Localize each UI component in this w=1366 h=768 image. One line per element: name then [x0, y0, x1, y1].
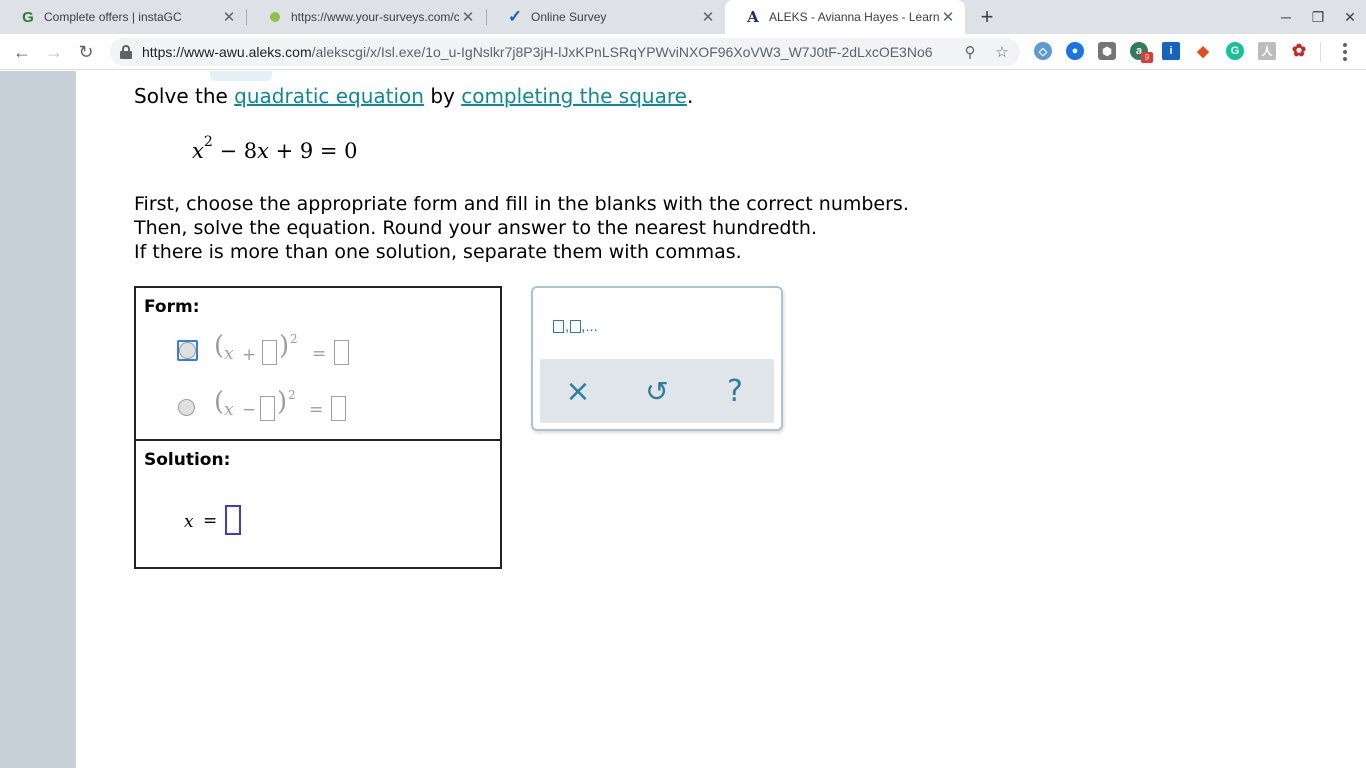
close-icon[interactable]: ✕: [939, 8, 957, 26]
info-extension-icon[interactable]: i: [1162, 42, 1180, 60]
address-bar[interactable]: https://www-awu.aleks.com/alekscgi/x/Isl…: [110, 38, 1020, 66]
answer-divider: [136, 439, 500, 441]
extension-icon[interactable]: 人: [1258, 42, 1276, 60]
form-plus-rhs-blank[interactable]: [334, 340, 349, 365]
toolbar-separator: [1320, 42, 1321, 62]
left-rail: [0, 71, 76, 768]
equation-term: − 8: [212, 139, 258, 163]
equation: x2 − 8x + 9 = 0: [192, 134, 358, 163]
blank-square-icon: [570, 320, 582, 333]
forward-icon[interactable]: →: [40, 38, 68, 66]
instruction-line: Then, solve the equation. Round your ans…: [134, 217, 817, 239]
clear-button[interactable]: ×: [548, 359, 608, 423]
instruction-line: If there is more than one solution, sepa…: [134, 241, 742, 263]
open-paren: (: [214, 331, 225, 361]
answer-keypad: ,,... × ↺ ?: [531, 286, 783, 431]
minimize-icon[interactable]: ─: [1270, 0, 1302, 34]
form-exponent: 2: [290, 332, 298, 346]
zoom-icon[interactable]: ⚲: [960, 42, 980, 62]
extension-icon[interactable]: ◆: [1194, 42, 1212, 60]
instruction-line: First, choose the appropriate form and f…: [134, 193, 909, 215]
restore-icon[interactable]: ❐: [1302, 0, 1334, 34]
solution-equals: =: [203, 511, 218, 531]
extension-icon[interactable]: ●: [1066, 42, 1084, 60]
form-variable: x: [224, 400, 234, 420]
tab-title: https://www.your-surveys.com/c: [291, 10, 459, 24]
solution-input[interactable]: [225, 505, 241, 535]
blank-square-icon: [553, 320, 564, 333]
back-icon[interactable]: ←: [8, 38, 36, 66]
form-option-minus-radio[interactable]: [178, 399, 195, 416]
tab-online-survey[interactable]: ✓ Online Survey ✕: [487, 0, 725, 34]
form-minus-blank[interactable]: [260, 396, 275, 421]
close-icon[interactable]: ✕: [699, 8, 717, 26]
close-window-icon[interactable]: ✕: [1334, 0, 1366, 34]
problem-suffix: .: [686, 84, 694, 108]
tab-your-surveys[interactable]: https://www.your-surveys.com/c ✕: [247, 0, 485, 34]
problem-prefix: Solve the: [134, 84, 235, 108]
extension-icon[interactable]: ◇: [1034, 42, 1052, 60]
form-operator: +: [242, 345, 257, 365]
problem-statement: Solve the quadratic equation by completi…: [134, 84, 693, 108]
tab-strip: G Complete offers | instaGC ✕ https://ww…: [0, 0, 1366, 34]
close-paren: ): [277, 387, 288, 417]
equation-variable: x: [257, 139, 269, 163]
new-tab-button[interactable]: +: [975, 4, 999, 29]
form-heading: Form:: [144, 297, 200, 317]
form-option-minus: ( x − ) 2 =: [214, 387, 374, 426]
lock-icon: [120, 45, 132, 59]
help-button[interactable]: ?: [705, 359, 765, 423]
form-equals: =: [309, 400, 324, 420]
solution-heading: Solution:: [144, 450, 231, 470]
close-icon[interactable]: ✕: [220, 8, 238, 26]
url-path: /alekscgi/x/Isl.exe/1o_u-IgNslkr7j8P3jH-…: [311, 44, 932, 60]
form-exponent: 2: [288, 388, 296, 402]
list-template-button[interactable]: ,,...: [553, 318, 598, 335]
tab-title: ALEKS - Avianna Hayes - Learn: [769, 10, 939, 24]
tab-aleks[interactable]: A ALEKS - Avianna Hayes - Learn ✕: [725, 0, 965, 34]
keypad-action-bar: × ↺ ?: [540, 359, 774, 423]
form-equals: =: [312, 344, 327, 364]
form-plus-blank[interactable]: [262, 340, 277, 365]
open-paren: (: [214, 387, 225, 417]
instructions: First, choose the appropriate form and f…: [134, 192, 909, 264]
form-variable: x: [224, 344, 234, 364]
menu-icon[interactable]: [1333, 38, 1357, 66]
close-paren: ): [279, 331, 290, 361]
page-top-tab[interactable]: [210, 71, 272, 81]
reload-icon[interactable]: ↻: [72, 38, 100, 66]
form-operator: −: [242, 400, 257, 420]
tab-instagc[interactable]: G Complete offers | instaGC ✕: [0, 0, 246, 34]
url-host: https://www-awu.aleks.com: [142, 44, 312, 60]
grammarly-icon[interactable]: G: [1226, 42, 1244, 60]
quadratic-equation-link[interactable]: quadratic equation: [234, 84, 424, 108]
equation-tail: + 9 = 0: [268, 139, 358, 163]
form-option-plus: ( x + ) 2 =: [214, 331, 374, 370]
form-option-plus-radio[interactable]: [179, 342, 196, 359]
close-icon[interactable]: ✕: [459, 8, 477, 26]
equation-variable: x: [192, 139, 204, 163]
tab-title: Complete offers | instaGC: [44, 10, 182, 24]
form-minus-rhs-blank[interactable]: [331, 396, 346, 421]
answer-box: Form: ( x + ) 2 = ( x − ) 2 = Solution: …: [134, 286, 502, 569]
undo-button[interactable]: ↺: [627, 359, 687, 423]
extension-badge: 9: [1141, 52, 1153, 63]
extension-icon[interactable]: ⬢: [1098, 42, 1116, 60]
solution-variable: x: [184, 512, 194, 532]
problem-middle: by: [423, 84, 462, 108]
aleks-a-icon: A: [747, 8, 759, 26]
checkmark-icon: ✓: [507, 7, 523, 26]
survey-dot-icon: [267, 9, 283, 25]
equation-exponent: 2: [203, 134, 213, 150]
bookmark-star-icon[interactable]: ☆: [992, 42, 1012, 62]
extension-icon[interactable]: ✿: [1290, 41, 1308, 60]
completing-the-square-link[interactable]: completing the square: [461, 84, 687, 108]
instagc-g-icon: G: [22, 8, 34, 26]
list-label: ,...: [581, 318, 598, 335]
tab-title: Online Survey: [531, 10, 607, 24]
